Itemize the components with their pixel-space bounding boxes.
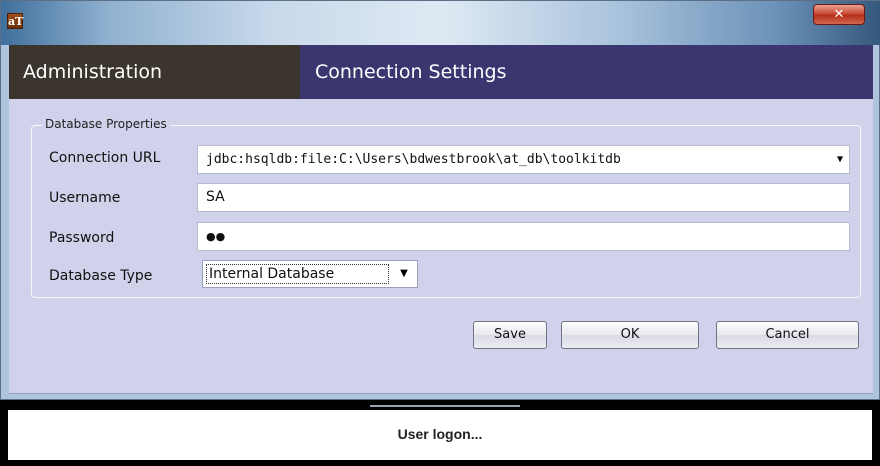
database-type-label: Database Type	[49, 268, 153, 284]
database-type-select[interactable]: Internal Database ▼	[202, 260, 418, 288]
password-label: Password	[49, 230, 115, 246]
app-logo-icon: aT	[7, 13, 24, 29]
title-bar[interactable]: aT ✕	[1, 1, 880, 45]
connection-settings-window: aT ✕ Administration Connection Settings …	[0, 0, 880, 400]
header-bar: Administration Connection Settings	[9, 45, 873, 99]
administration-title: Administration	[23, 61, 163, 83]
connection-url-value: jdbc:hsqldb:file:C:\Users\bdwestbrook\at…	[206, 152, 621, 167]
divider	[370, 405, 520, 407]
username-field[interactable]: SA	[197, 183, 850, 212]
username-label: Username	[49, 190, 121, 206]
chevron-down-icon[interactable]: ▼	[837, 146, 843, 173]
connection-url-label: Connection URL	[49, 150, 161, 166]
cancel-button[interactable]: Cancel	[716, 321, 859, 349]
status-message: User logon...	[397, 426, 483, 442]
connection-url-combobox[interactable]: jdbc:hsqldb:file:C:\Users\bdwestbrook\at…	[197, 145, 850, 174]
save-button[interactable]: Save	[473, 321, 547, 349]
username-value: SA	[206, 189, 225, 205]
status-box: User logon...	[8, 410, 872, 460]
status-bar: User logon...	[0, 400, 880, 466]
password-value: ●●	[206, 230, 226, 243]
chevron-down-icon[interactable]: ▼	[394, 264, 414, 284]
close-button[interactable]: ✕	[813, 4, 865, 25]
database-type-value: Internal Database	[206, 264, 389, 284]
group-legend: Database Properties	[42, 117, 170, 131]
connection-settings-title: Connection Settings	[315, 61, 507, 83]
password-field[interactable]: ●●	[197, 222, 850, 251]
settings-panel: Database Properties Connection URL jdbc:…	[9, 99, 873, 394]
ok-button[interactable]: OK	[561, 321, 699, 349]
